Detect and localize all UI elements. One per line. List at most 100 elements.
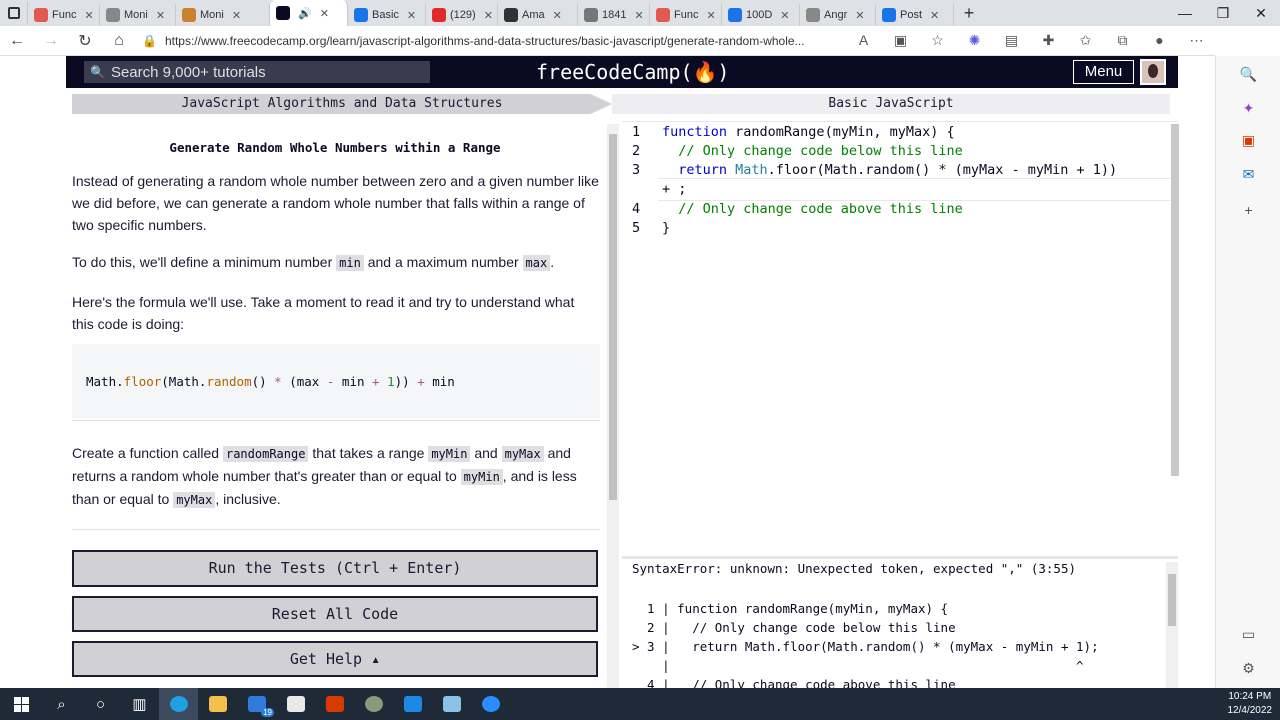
- extension-icon[interactable]: ✺: [956, 32, 993, 49]
- taskbar-search-icon[interactable]: ⌕: [42, 688, 81, 720]
- close-tab-icon[interactable]: ✕: [84, 9, 93, 22]
- code-token: )): [394, 374, 418, 389]
- tab-favicon-icon: [728, 8, 742, 22]
- scrollbar-thumb[interactable]: [609, 134, 617, 500]
- close-tab-icon[interactable]: ✕: [706, 9, 715, 22]
- line-number: 4: [632, 201, 641, 217]
- browser-tab[interactable]: Moni ✕: [176, 4, 270, 26]
- close-tab-icon[interactable]: ✕: [484, 9, 493, 22]
- code-token: random: [206, 374, 252, 389]
- tab-actions-button[interactable]: [0, 2, 28, 24]
- edge-taskbar-icon[interactable]: [159, 688, 198, 720]
- collections-icon[interactable]: ▤: [993, 32, 1030, 49]
- browser-tab[interactable]: (129) ✕: [426, 4, 498, 26]
- close-tab-icon[interactable]: ✕: [407, 9, 416, 22]
- system-clock[interactable]: 10:24 PM 12/4/2022: [1228, 690, 1273, 718]
- outlook-icon[interactable]: ✉: [1216, 166, 1280, 183]
- editor-scrollbar[interactable]: [1171, 124, 1179, 476]
- instructions-scrollbar[interactable]: [607, 124, 619, 688]
- menu-button[interactable]: Menu: [1073, 60, 1134, 84]
- close-tab-icon[interactable]: ✕: [855, 9, 864, 22]
- fcc-logo[interactable]: freeCodeCamp(🔥): [536, 60, 729, 84]
- code-token: .floor(Math.random() * (myMax - myMin + …: [767, 162, 1118, 178]
- breadcrumb-block[interactable]: Basic JavaScript: [612, 94, 1170, 114]
- lesson-paragraph-3: Here's the formula we'll use. Take a mom…: [72, 294, 575, 332]
- forward-button[interactable]: →: [34, 32, 68, 50]
- minimize-button[interactable]: —: [1166, 5, 1204, 22]
- more-options-icon[interactable]: ⋯: [1178, 32, 1215, 49]
- address-bar-row: ← → ↻ ⌂ 🔒 https://www.freecodecamp.org/l…: [0, 26, 1215, 56]
- browser-tab[interactable]: Func ✕: [650, 4, 722, 26]
- cortana-icon[interactable]: ○: [81, 688, 120, 720]
- browser-tab[interactable]: Ama ✕: [498, 4, 578, 26]
- lesson-title: Generate Random Whole Numbers within a R…: [169, 140, 501, 155]
- task-view-icon[interactable]: ▥: [120, 688, 159, 720]
- search-icon[interactable]: 🔍: [1216, 66, 1280, 83]
- settings-icon[interactable]: ⚙: [1216, 660, 1280, 677]
- formula-code-block: Math.floor(Math.random() * (max - min + …: [72, 344, 600, 418]
- code-token: +: [372, 374, 380, 389]
- url-field[interactable]: 🔒 https://www.freecodecamp.org/learn/jav…: [136, 29, 845, 53]
- search-icon: 🔍: [90, 65, 105, 79]
- reload-button[interactable]: ↻: [68, 31, 102, 51]
- mail-icon[interactable]: 19: [237, 688, 276, 720]
- new-tab-button[interactable]: +: [954, 3, 984, 24]
- speaker-icon[interactable]: 🔊: [298, 7, 312, 20]
- breadcrumb-superblock[interactable]: JavaScript Algorithms and Data Structure…: [72, 94, 612, 114]
- app-icon[interactable]: [354, 688, 393, 720]
- tab-label: (129): [450, 9, 476, 21]
- file-explorer-icon[interactable]: [198, 688, 237, 720]
- close-tab-icon[interactable]: ✕: [634, 9, 643, 22]
- code-token: Math.: [86, 374, 124, 389]
- search-input[interactable]: 🔍 Search 9,000+ tutorials: [84, 61, 430, 83]
- office-icon[interactable]: ▣: [1216, 132, 1280, 149]
- back-button[interactable]: ←: [0, 32, 34, 50]
- puzzle-icon[interactable]: ✚: [1030, 32, 1067, 49]
- maximize-button[interactable]: ❐: [1204, 5, 1242, 22]
- close-window-button[interactable]: ✕: [1242, 5, 1280, 22]
- inline-code: myMin: [460, 469, 503, 485]
- reset-code-button[interactable]: Reset All Code: [72, 596, 598, 632]
- browser-tab[interactable]: Angr ✕: [800, 4, 876, 26]
- add-sidebar-app-icon[interactable]: +: [1216, 202, 1280, 218]
- close-tab-icon[interactable]: ✕: [553, 9, 562, 22]
- browser-tab[interactable]: 100D ✕: [722, 4, 800, 26]
- code-token: // Only change code below this line: [662, 143, 963, 159]
- avatar[interactable]: [1140, 59, 1166, 85]
- browser-tab[interactable]: Basic ✕: [348, 4, 426, 26]
- discover-icon[interactable]: ✦: [1216, 100, 1280, 117]
- calculator-icon[interactable]: [432, 688, 471, 720]
- browser-tab[interactable]: Moni ✕: [100, 4, 176, 26]
- store-icon[interactable]: [276, 688, 315, 720]
- favorite-icon[interactable]: ☆: [919, 32, 956, 49]
- home-button[interactable]: ⌂: [102, 32, 136, 50]
- close-tab-icon[interactable]: ✕: [930, 9, 939, 22]
- code-editor[interactable]: 1 function randomRange(myMin, myMax) { 2 …: [622, 121, 1178, 553]
- zoom-icon[interactable]: [471, 688, 510, 720]
- office-taskbar-icon[interactable]: [315, 688, 354, 720]
- mail-badge: 19: [261, 708, 274, 717]
- start-button[interactable]: [0, 688, 42, 720]
- scrollbar-thumb[interactable]: [1168, 574, 1176, 626]
- close-tab-icon[interactable]: ✕: [320, 7, 329, 20]
- close-tab-icon[interactable]: ✕: [156, 9, 165, 22]
- app-available-icon[interactable]: ▣: [882, 32, 919, 49]
- vscode-icon[interactable]: [393, 688, 432, 720]
- close-tab-icon[interactable]: ✕: [232, 9, 241, 22]
- browser-tab[interactable]: 🔊 ✕: [270, 0, 348, 26]
- console-scrollbar[interactable]: [1166, 562, 1178, 688]
- browser-tab[interactable]: 1841 ✕: [578, 4, 650, 26]
- collections-alt-icon[interactable]: ⧉: [1104, 32, 1141, 49]
- close-tab-icon[interactable]: ✕: [780, 9, 789, 22]
- tab-favicon-icon: [806, 8, 820, 22]
- read-aloud-icon[interactable]: A: [845, 32, 882, 49]
- run-tests-button[interactable]: Run the Tests (Ctrl + Enter): [72, 550, 598, 587]
- profile-icon[interactable]: ●: [1141, 32, 1178, 49]
- sidebar-screen-icon[interactable]: ▭: [1216, 626, 1280, 643]
- favorites-bar-icon[interactable]: ✩: [1067, 32, 1104, 49]
- get-help-button[interactable]: Get Help ▴: [72, 641, 598, 677]
- inline-code: myMax: [501, 446, 544, 462]
- browser-tab[interactable]: Func ✕: [28, 4, 100, 26]
- browser-tab[interactable]: Post ✕: [876, 4, 954, 26]
